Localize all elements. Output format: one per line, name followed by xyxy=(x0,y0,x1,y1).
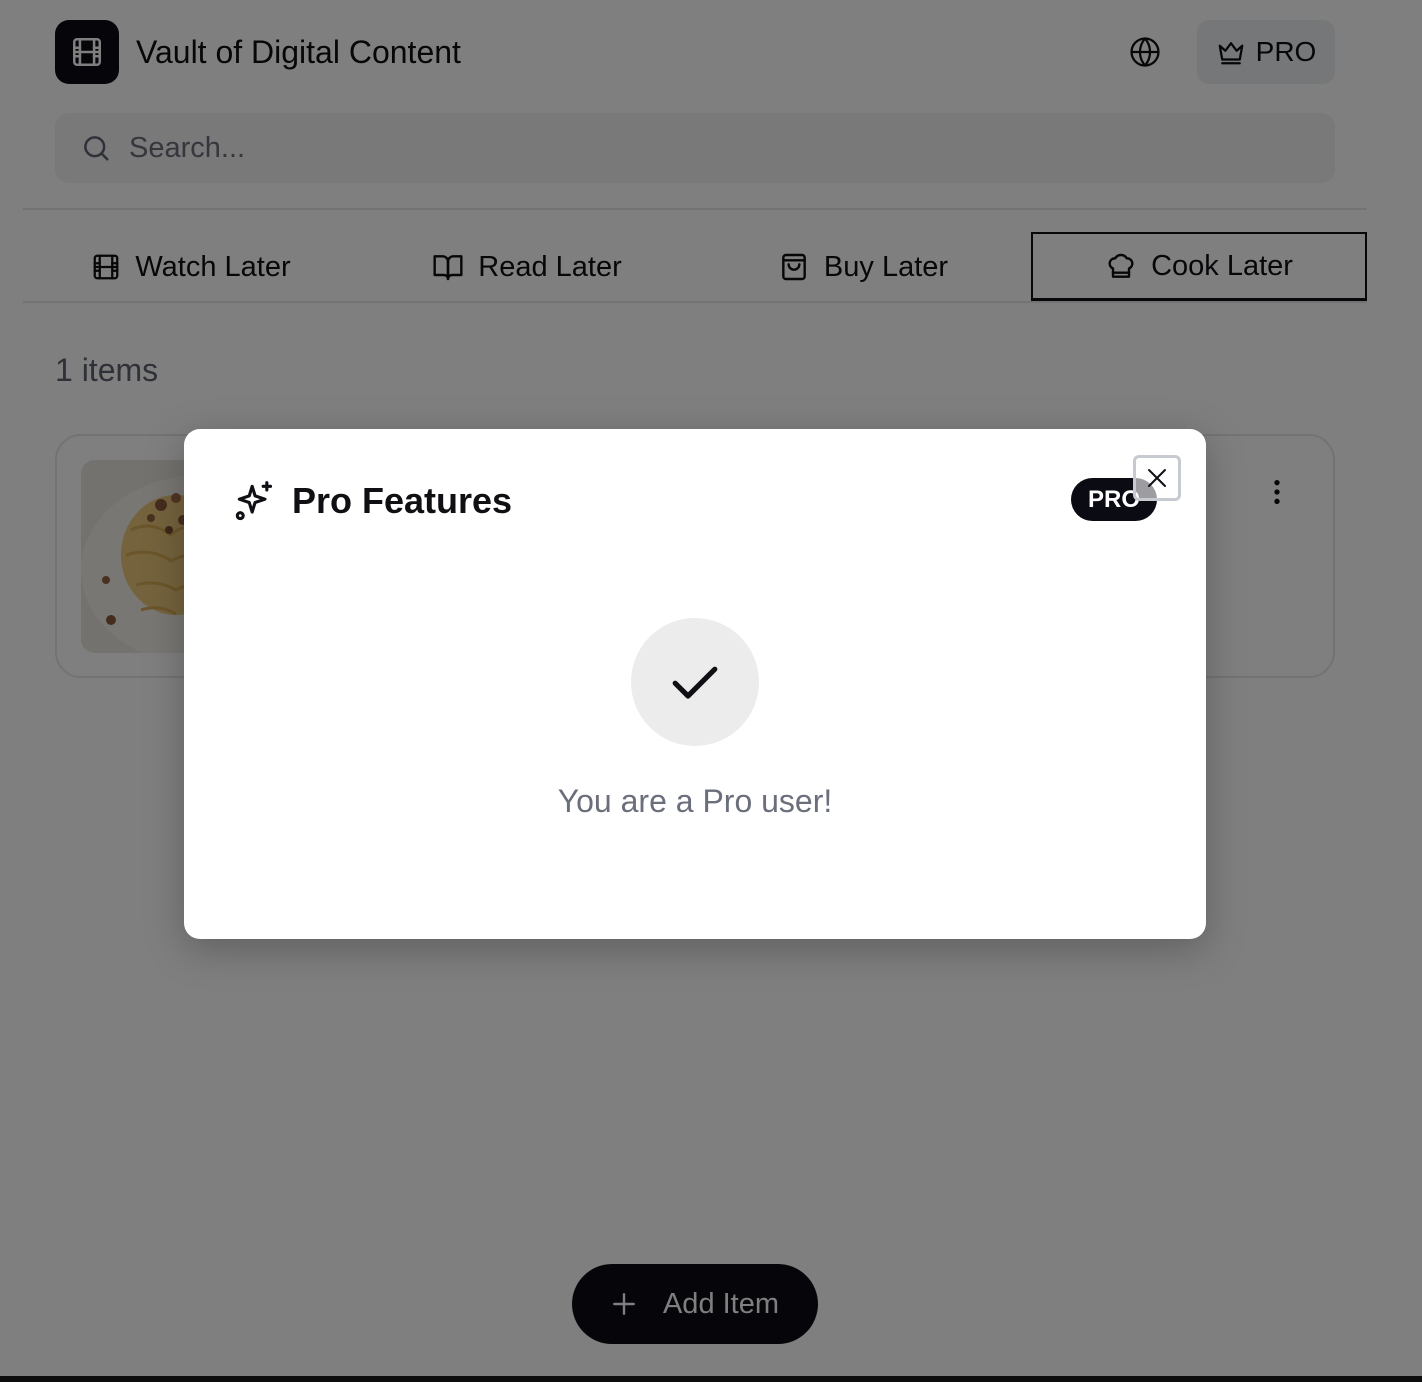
close-button[interactable] xyxy=(1133,455,1181,501)
check-icon xyxy=(672,666,718,699)
dialog-title: Pro Features xyxy=(292,480,513,521)
pro-status-message: You are a Pro user! xyxy=(557,783,833,819)
close-icon xyxy=(1148,469,1166,487)
dialog-header: Pro Features xyxy=(232,479,512,523)
pro-features-dialog: Pro Features PRO You are a Pro user! xyxy=(184,429,1206,939)
success-indicator xyxy=(631,618,759,746)
sparkles-icon xyxy=(235,481,273,521)
